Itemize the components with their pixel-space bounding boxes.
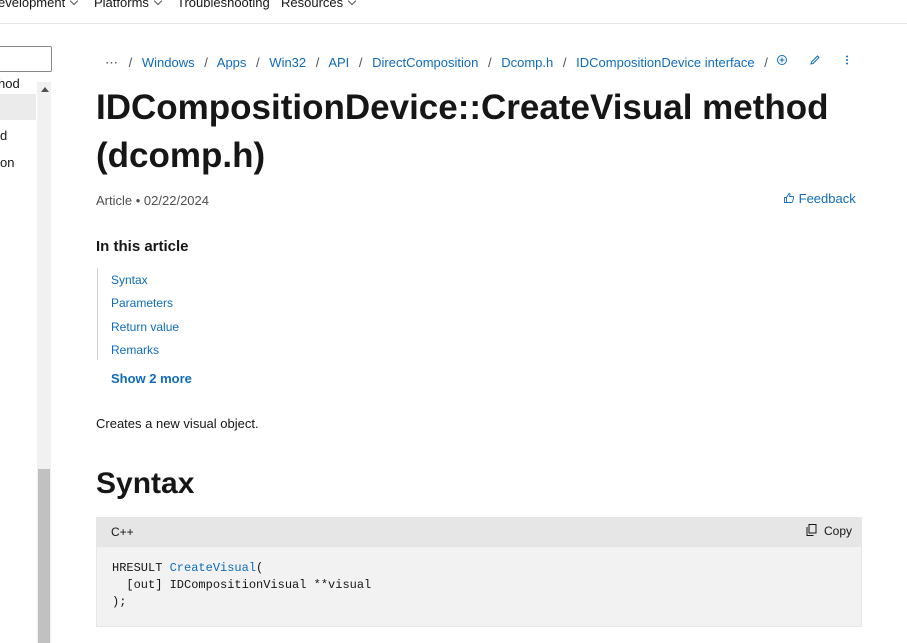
article-meta: Article • 02/22/2024 [96,193,209,208]
toc-link-return-value[interactable]: Return value [111,320,179,334]
toc-link-syntax[interactable]: Syntax [111,273,148,287]
feedback-label: Feedback [798,191,856,206]
chevron-down-icon [347,0,357,6]
code-language-label: C++ [111,525,134,539]
code-block: HRESULT CreateVisual( [out] IDCompositio… [96,547,862,627]
code-function-name[interactable]: CreateVisual [170,561,256,575]
toc-item-selected[interactable] [0,94,36,120]
breadcrumb-separator: / [562,55,567,70]
nav-development-label: evelopment [0,0,66,10]
code-return-type: HRESULT [112,561,170,575]
breadcrumb-directcomposition[interactable]: DirectComposition [372,55,478,70]
nav-resources[interactable]: Resources [281,0,357,10]
breadcrumb-separator: / [487,55,492,70]
nav-platforms[interactable]: Platforms [94,0,163,10]
code-parameter-line: [out] IDCompositionVisual **visual [112,578,372,592]
in-this-article-heading: In this article [96,238,189,255]
breadcrumb-separator: / [764,55,768,70]
breadcrumb-idcompositiondevice[interactable]: IDCompositionDevice interface [576,55,754,70]
breadcrumb-separator: / [315,55,320,70]
chevron-down-icon [69,0,79,6]
nav-troubleshooting[interactable]: Troubleshooting [177,0,270,10]
copy-label: Copy [823,524,852,538]
breadcrumb-win32[interactable]: Win32 [269,55,306,70]
description: Creates a new visual object. [96,416,259,431]
breadcrumb-separator: / [128,55,133,70]
edit-pencil-icon[interactable] [809,54,821,69]
focus-mode-icon[interactable] [776,54,788,69]
breadcrumb-windows[interactable]: Windows [142,55,195,70]
sidebar-scroll-thumb[interactable] [38,469,50,643]
code-header: C++ Copy [96,517,862,547]
nav-platforms-label: Platforms [94,0,149,10]
code-content: HRESULT CreateVisual( [out] IDCompositio… [112,560,371,611]
in-this-article-list: Syntax Parameters Return value Remarks [97,268,298,360]
toc-link-parameters[interactable]: Parameters [111,296,173,310]
copy-icon [806,524,824,538]
syntax-heading: Syntax [96,467,195,500]
breadcrumb-separator: / [256,55,260,70]
scroll-up-arrow-icon[interactable] [41,87,49,92]
code-close-line: ); [112,595,127,609]
show-more-button[interactable]: Show 2 more [111,371,192,386]
toc-item[interactable]: on [0,155,14,170]
article-label: Article [96,193,133,208]
feedback-button[interactable]: Feedback [783,191,856,206]
top-navigation: evelopment Platforms Troubleshooting Res… [0,0,907,24]
meta-separator: • [135,193,144,208]
breadcrumb-separator: / [204,55,208,70]
breadcrumb-separator: / [358,55,363,70]
breadcrumb: ⋯ / Windows / Apps / Win32 / API / Direc… [105,55,774,71]
code-open-paren: ( [256,561,264,575]
page-title: IDCompositionDevice::CreateVisual method… [96,88,829,175]
toc-tree: hod d on [0,74,36,194]
thumbs-up-icon [783,191,799,206]
toc-link-remarks[interactable]: Remarks [111,343,159,357]
chevron-down-icon [153,0,163,6]
nav-resources-label: Resources [281,0,344,10]
copy-button[interactable]: Copy [806,524,852,538]
left-sidebar: hod d on [0,24,58,643]
breadcrumb-apps[interactable]: Apps [217,55,247,70]
breadcrumb-dcomp-h[interactable]: Dcomp.h [501,55,553,70]
toc-item[interactable]: hod [0,76,20,91]
breadcrumb-more-button[interactable]: ⋯ [105,55,119,70]
toc-filter-input[interactable] [0,46,52,72]
breadcrumb-api[interactable]: API [328,55,349,70]
more-options-icon[interactable] [845,54,849,69]
article-date: 02/22/2024 [143,193,209,208]
toc-item[interactable]: d [0,128,7,143]
nav-development[interactable]: evelopment [0,0,79,10]
